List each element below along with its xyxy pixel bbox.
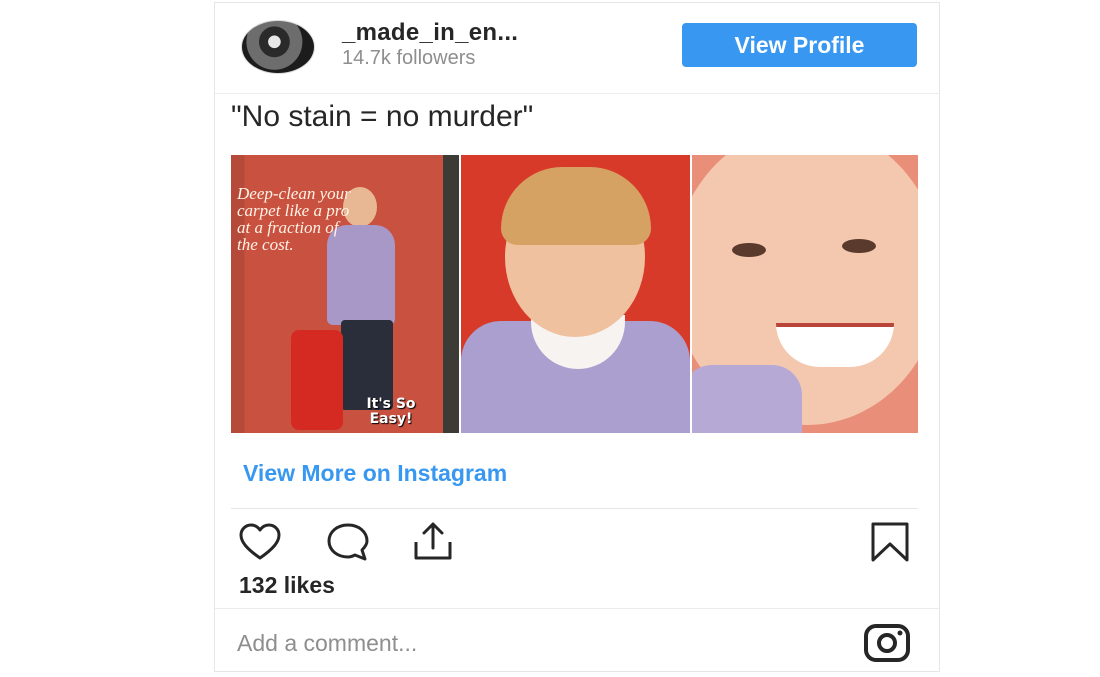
post-image[interactable]: Deep-clean your carpet like a pro at a f… [231, 155, 918, 433]
instagram-embed-card: _made_in_en... 14.7k followers View Prof… [214, 2, 940, 672]
image-panel-extreme-closeup [692, 155, 918, 433]
divider [215, 608, 939, 609]
left-eye-illustration [732, 243, 766, 257]
action-bar [215, 520, 939, 566]
image-panel-ad: Deep-clean your carpet like a pro at a f… [231, 155, 459, 433]
divider [231, 508, 918, 509]
carpet-cleaner-illustration [291, 330, 343, 430]
cardigan-closeup-illustration [692, 365, 802, 433]
comment-bubble-icon[interactable] [325, 520, 371, 566]
bookmark-icon[interactable] [867, 520, 913, 566]
ad-headline: Deep-clean your carpet like a pro at a f… [237, 184, 351, 254]
image-panel-closeup [461, 155, 690, 433]
share-upload-icon[interactable] [410, 520, 456, 566]
comment-input[interactable] [235, 623, 839, 663]
view-profile-button[interactable]: View Profile [682, 23, 917, 67]
right-eye-illustration [842, 239, 876, 253]
like-count[interactable]: 132 likes [239, 572, 335, 599]
hair-illustration [501, 167, 651, 245]
heart-icon[interactable] [237, 520, 283, 566]
avatar[interactable] [241, 20, 315, 74]
view-more-link[interactable]: View More on Instagram [243, 460, 507, 487]
post-header: _made_in_en... 14.7k followers View Prof… [215, 3, 939, 94]
instagram-logo-icon[interactable] [860, 623, 914, 663]
post-caption: "No stain = no murder" [231, 100, 534, 133]
follower-count: 14.7k followers [342, 47, 476, 69]
ad-slogan: It's So Easy! [366, 396, 416, 427]
username[interactable]: _made_in_en... [342, 19, 518, 47]
